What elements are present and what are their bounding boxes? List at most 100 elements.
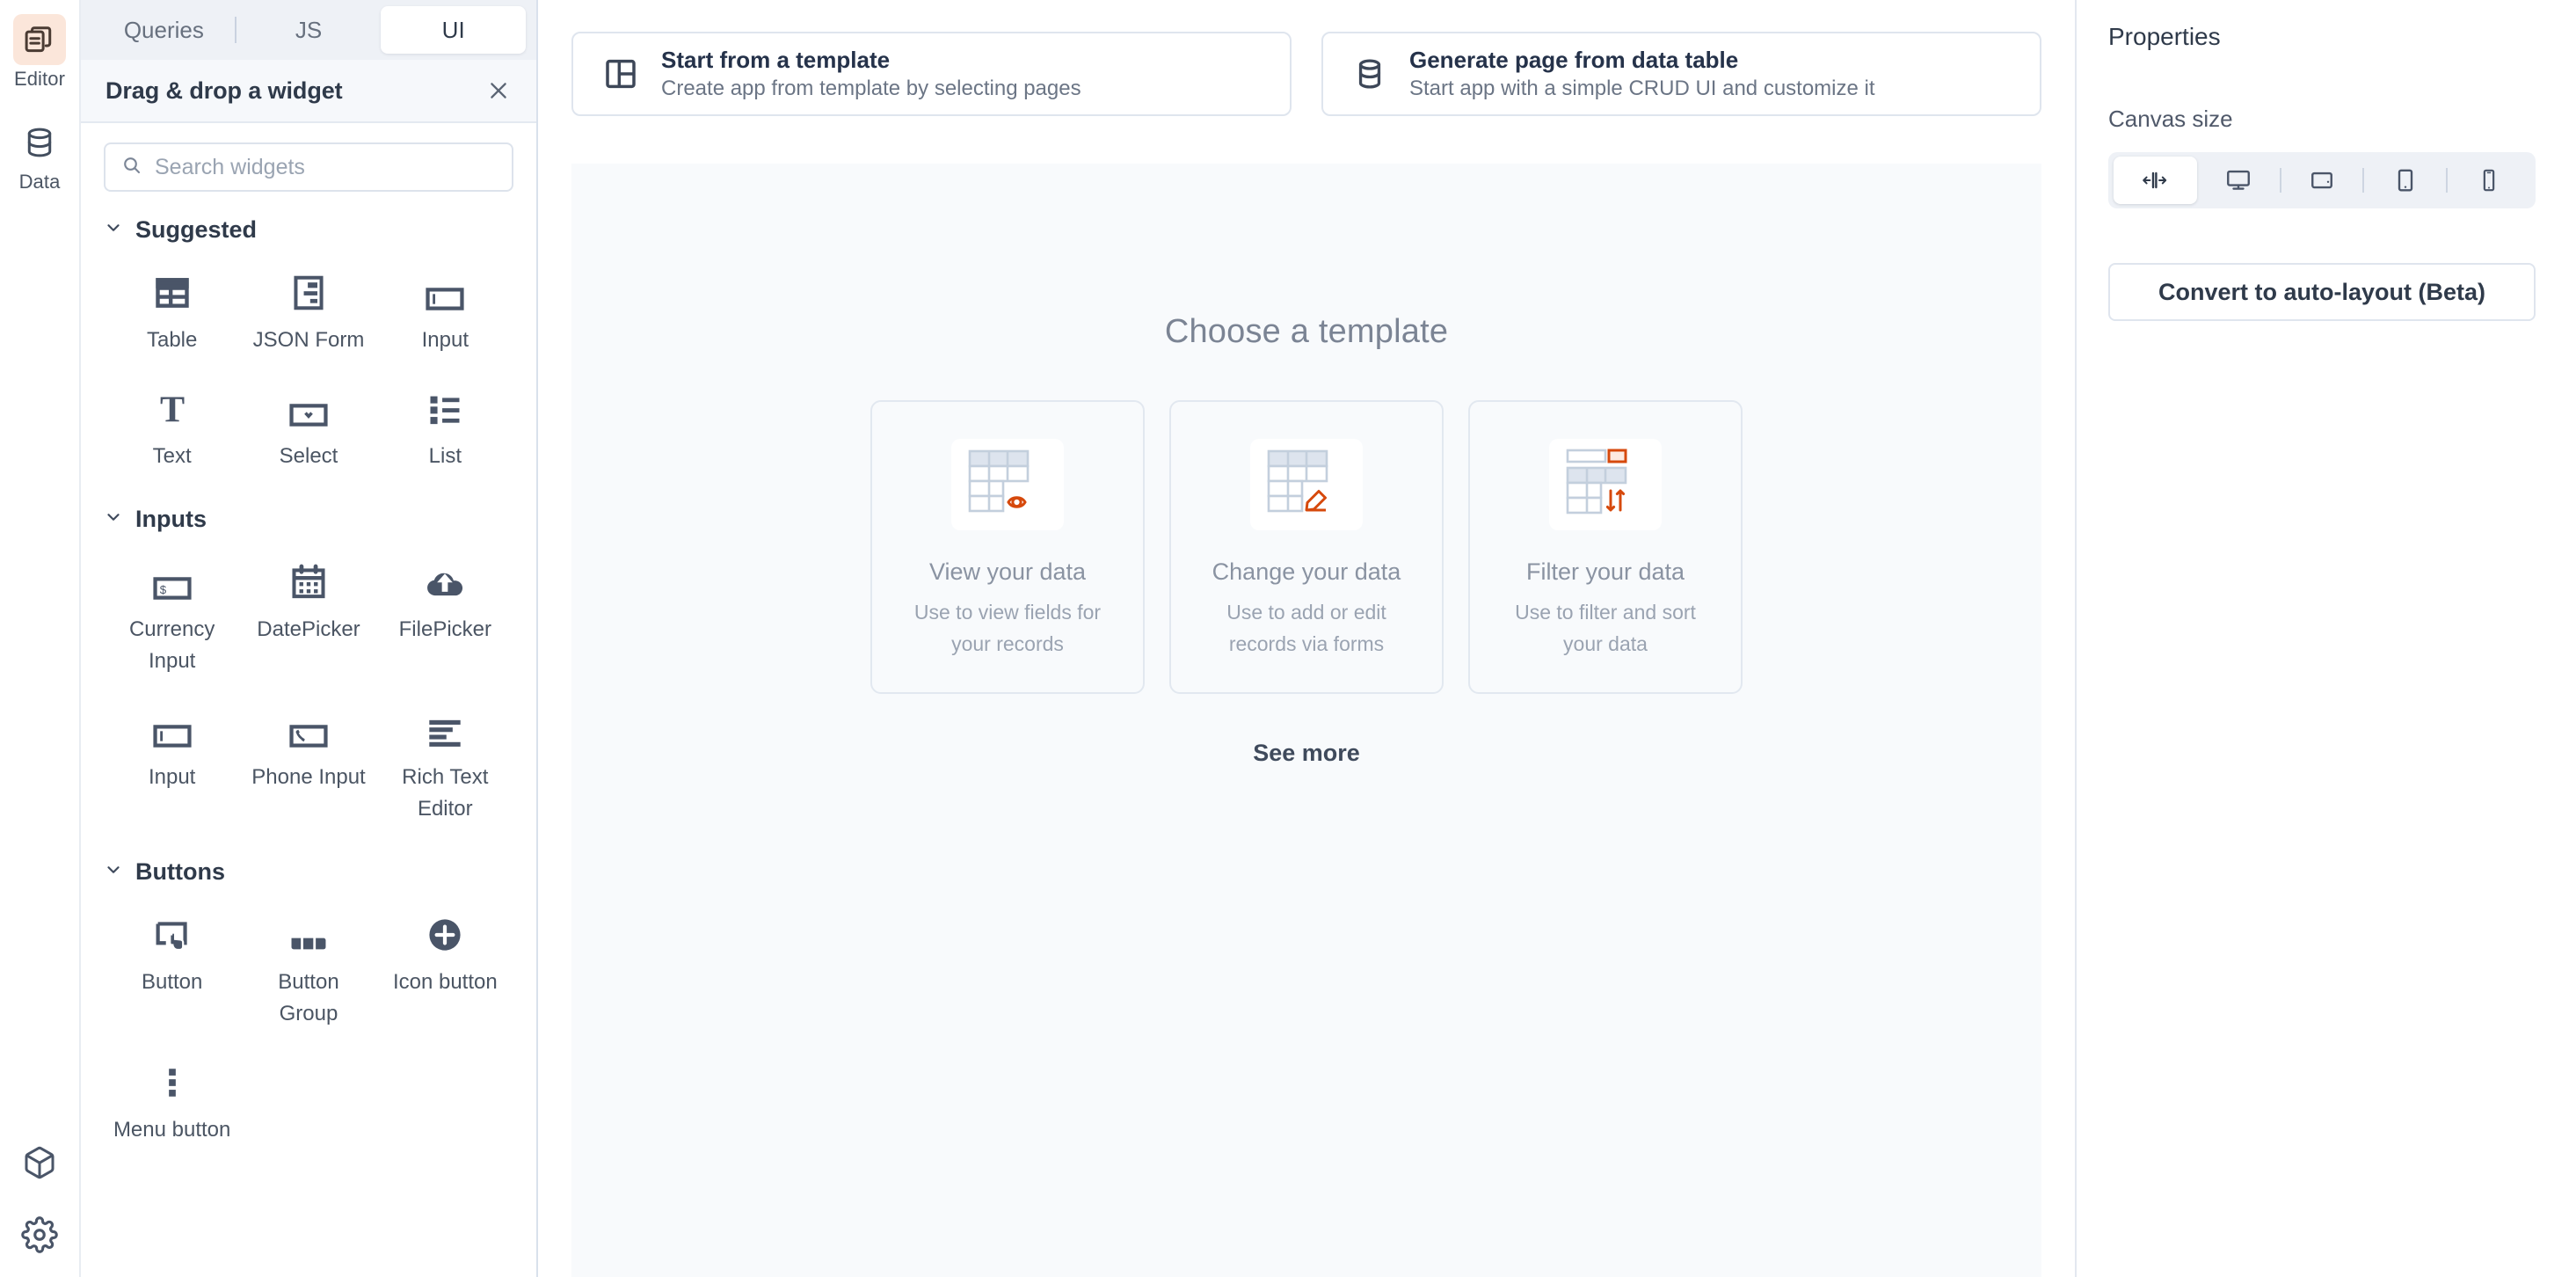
widget-item-phone-input[interactable]: Phone Input (240, 686, 376, 834)
select-icon (288, 381, 329, 428)
widget-item-list[interactable]: List (377, 365, 513, 481)
tab-queries[interactable]: Queries (91, 6, 236, 54)
group-header-inputs[interactable]: Inputs (104, 506, 513, 533)
template-card-change-your-data[interactable]: Change your data Use to add or edit reco… (1169, 400, 1444, 694)
widget-item-json-form[interactable]: JSON Form (240, 249, 376, 365)
template-description: Use to filter and sort your data (1515, 601, 1696, 655)
group-header-buttons[interactable]: Buttons (104, 858, 513, 886)
svg-text:T: T (160, 390, 185, 428)
start-from-template-card[interactable]: Start from a template Create app from te… (571, 32, 1292, 116)
canvas-size-mobile-button[interactable] (2447, 157, 2530, 204)
widget-item-table[interactable]: Table (104, 249, 240, 365)
widget-list-scroll[interactable]: Suggested Table JSON Form Input T Text S… (81, 192, 536, 1277)
card-subtitle: Create app from template by selecting pa… (661, 77, 1081, 100)
chevron-down-icon (104, 860, 123, 884)
template-card-filter-your-data[interactable]: Filter your data Use to filter and sort … (1468, 400, 1743, 694)
editor-canvas-area: Start from a template Create app from te… (538, 0, 2075, 1277)
widget-label: List (428, 444, 462, 468)
cube-icon[interactable] (22, 1145, 57, 1185)
group-title: Buttons (135, 858, 225, 885)
widget-item-select[interactable]: Select (240, 365, 376, 481)
convert-to-auto-layout-button[interactable]: Convert to auto-layout (Beta) (2108, 263, 2536, 321)
widget-item-input[interactable]: Input (377, 249, 513, 365)
tab-ui[interactable]: UI (381, 6, 527, 54)
widget-label: Select (279, 444, 338, 468)
gear-icon[interactable] (21, 1216, 58, 1258)
properties-title: Properties (2108, 23, 2221, 50)
see-more-link[interactable]: See more (1253, 740, 1360, 767)
top-cards-row: Start from a template Create app from te… (538, 0, 2075, 116)
chevron-down-icon (104, 507, 123, 531)
app-canvas[interactable]: Choose a template View your data Use to … (571, 164, 2041, 1277)
widget-item-icon-button[interactable]: Icon button (377, 891, 513, 1039)
svg-text:$: $ (159, 583, 166, 596)
rich-text-icon (425, 702, 465, 749)
editor-pages-icon (13, 14, 66, 65)
widget-item-rich-text-editor[interactable]: Rich Text Editor (377, 686, 513, 834)
widget-item-currency-input[interactable]: $ Currency Input (104, 538, 240, 686)
widget-grid-suggested: Table JSON Form Input T Text Select List (104, 249, 513, 481)
list-icon (426, 381, 464, 428)
canvas-size-tablet-landscape-button[interactable] (2281, 157, 2365, 204)
table-sort-icon (1549, 439, 1662, 530)
widget-label: DatePicker (257, 617, 360, 641)
canvas-size-tablet-button[interactable] (2363, 157, 2448, 204)
rail-item-data[interactable]: Data (0, 117, 80, 195)
properties-panel: Properties Canvas size Convert to auto-l… (2075, 0, 2576, 1277)
rail-item-editor[interactable]: Editor (0, 14, 80, 92)
template-description: Use to add or edit records via forms (1226, 601, 1386, 655)
table-eye-icon (951, 439, 1064, 530)
table-pencil-icon (1250, 439, 1363, 530)
vertical-dots-icon (153, 1054, 192, 1102)
widget-item-button-group[interactable]: Button Group (240, 891, 376, 1039)
choose-template-heading: Choose a template (1164, 313, 1449, 350)
database-icon (13, 117, 66, 168)
json-form-icon (291, 265, 326, 312)
app-root: Editor Data Queries JS UI Drag & drop a … (0, 0, 2576, 1277)
chevron-down-icon (104, 218, 123, 242)
widget-item-filepicker[interactable]: FilePicker (377, 538, 513, 686)
template-name: Change your data (1212, 558, 1401, 585)
panel-title: Drag & drop a widget (106, 77, 343, 104)
template-name: View your data (928, 558, 1087, 585)
search-input[interactable]: Search widgets (104, 142, 513, 192)
widget-grid-buttons: Button Button Group Icon button Menu but… (104, 891, 513, 1155)
widget-item-input-2[interactable]: Input (104, 686, 240, 834)
group-title: Inputs (135, 506, 207, 532)
search-placeholder: Search widgets (155, 154, 305, 179)
calendar-icon (289, 554, 328, 602)
template-description: Use to view fields for your records (913, 601, 1102, 655)
phone-input-icon (288, 702, 329, 749)
text-icon: T (153, 381, 192, 428)
widget-item-button[interactable]: Button (104, 891, 240, 1039)
input-icon (425, 265, 465, 312)
widget-label: Phone Input (251, 765, 366, 789)
close-icon[interactable] (484, 76, 513, 106)
canvas-size-label: Canvas size (2108, 106, 2233, 132)
widget-label: FilePicker (398, 617, 491, 641)
generate-page-from-data-table-card[interactable]: Generate page from data table Start app … (1321, 32, 2041, 116)
widget-label: Currency Input (128, 617, 215, 673)
group-header-suggested[interactable]: Suggested (104, 216, 513, 244)
currency-input-icon: $ (152, 554, 193, 602)
input-icon (152, 702, 193, 749)
widget-panel: Queries JS UI Drag & drop a widget Searc… (81, 0, 538, 1277)
canvas-size-desktop-button[interactable] (2197, 157, 2281, 204)
widget-item-datepicker[interactable]: DatePicker (240, 538, 376, 686)
template-name: Filter your data (1525, 558, 1685, 585)
widget-label: JSON Form (252, 328, 365, 352)
button-group-icon (288, 907, 329, 954)
cloud-upload-icon (425, 554, 465, 602)
widget-label: Text (152, 444, 192, 468)
panel-tabbar: Queries JS UI (81, 0, 536, 60)
widget-item-menu-button[interactable]: Menu button (104, 1039, 240, 1155)
canvas-size-fluid-button[interactable] (2114, 157, 2197, 204)
widget-item-text[interactable]: T Text (104, 365, 240, 481)
widget-label: Input (421, 328, 469, 352)
rail-item-label: Editor (13, 68, 66, 90)
card-title: Generate page from data table (1409, 47, 1739, 73)
template-card-view-your-data[interactable]: View your data Use to view fields for yo… (870, 400, 1145, 694)
tab-js[interactable]: JS (236, 6, 382, 54)
table-icon (153, 265, 192, 312)
search-widgets-wrap: Search widgets (81, 123, 536, 192)
